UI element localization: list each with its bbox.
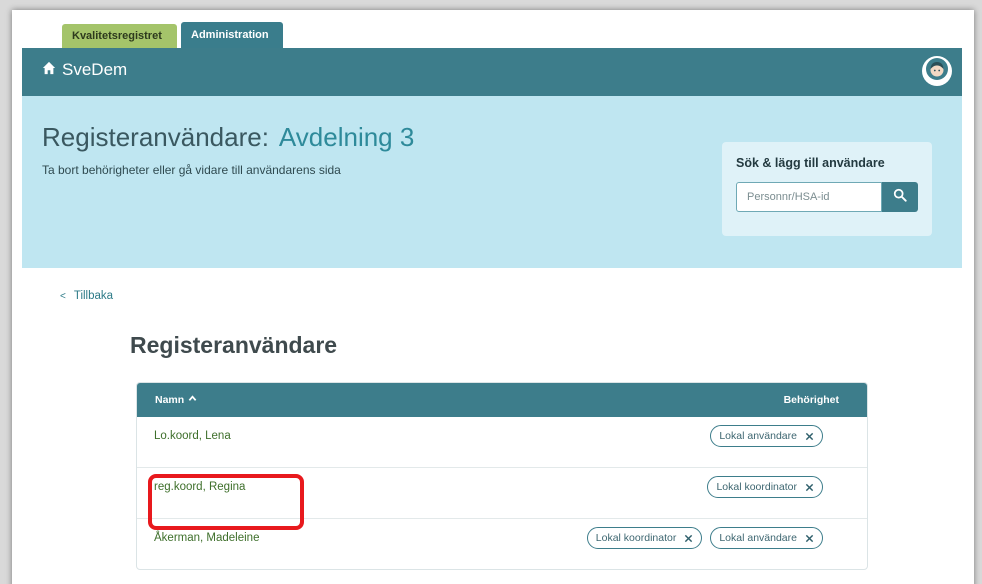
permission-chip-label: Lokal koordinator: [716, 481, 797, 493]
permission-chip: Lokal användare: [710, 425, 823, 447]
permission-chip-label: Lokal användare: [719, 532, 797, 544]
column-header-permission: Behörighet: [783, 394, 839, 406]
remove-permission-button[interactable]: [805, 534, 814, 543]
back-link[interactable]: < Tillbaka: [60, 290, 113, 302]
chevron-left-icon: <: [60, 290, 66, 302]
permission-chip: Lokal koordinator: [707, 476, 823, 498]
column-header-name[interactable]: Namn: [155, 394, 197, 406]
user-avatar-icon: [925, 57, 949, 86]
remove-permission-button[interactable]: [805, 483, 814, 492]
permission-chip: Lokal användare: [710, 527, 823, 549]
close-icon: [805, 483, 814, 491]
brand-link[interactable]: SveDem: [42, 60, 127, 80]
close-icon: [805, 432, 814, 440]
search-card-title: Sök & lägg till användare: [736, 156, 885, 170]
permission-chips: Lokal koordinator Lokal användare: [586, 527, 823, 549]
top-bar: SveDem: [22, 48, 962, 96]
sort-ascending-icon: [188, 394, 197, 406]
column-header-name-label: Namn: [155, 394, 185, 406]
remove-permission-button[interactable]: [805, 432, 814, 441]
user-name-link[interactable]: Lo.koord, Lena: [154, 430, 231, 442]
permission-chip-label: Lokal koordinator: [595, 532, 677, 544]
search-input[interactable]: [736, 182, 882, 212]
table-header: Namn Behörighet: [137, 383, 867, 417]
page-subtitle: Ta bort behörigheter eller gå vidare til…: [42, 163, 341, 177]
permission-chips: Lokal användare: [710, 425, 823, 447]
back-label: Tillbaka: [73, 290, 114, 302]
user-name-link[interactable]: Åkerman, Madeleine: [154, 532, 259, 544]
search-button[interactable]: [882, 182, 918, 212]
brand-name: SveDem: [62, 60, 128, 79]
section-title: Registeranvändare: [130, 332, 338, 358]
remove-permission-button[interactable]: [684, 534, 693, 543]
close-icon: [805, 534, 814, 542]
department-name: Avdelning 3: [278, 122, 415, 152]
search-icon: [893, 188, 907, 207]
home-icon: [42, 60, 56, 80]
app-window: Kvalitetsregistret Administration SveDem: [12, 10, 974, 584]
permission-chip: Lokal koordinator: [586, 527, 703, 549]
page-header: Registeranvändare: Avdelning 3 Ta bort be…: [22, 96, 962, 268]
close-icon: [685, 534, 693, 542]
permission-chip-label: Lokal användare: [719, 430, 797, 442]
tab-administration[interactable]: Administration: [181, 22, 283, 48]
table-row: Lo.koord, Lena Lokal användare: [137, 417, 867, 468]
search-add-user-card: Sök & lägg till användare: [722, 142, 932, 236]
page-title-label: Registeranvändare:: [42, 122, 269, 152]
user-avatar-button[interactable]: [922, 56, 952, 86]
top-tabs: Kvalitetsregistret Administration: [62, 22, 283, 48]
page-title: Registeranvändare: Avdelning 3: [42, 122, 414, 153]
tab-kvalitetsregistret[interactable]: Kvalitetsregistret: [62, 24, 177, 48]
annotation-highlight-box: [148, 474, 304, 530]
permission-chips: Lokal koordinator: [707, 476, 823, 498]
